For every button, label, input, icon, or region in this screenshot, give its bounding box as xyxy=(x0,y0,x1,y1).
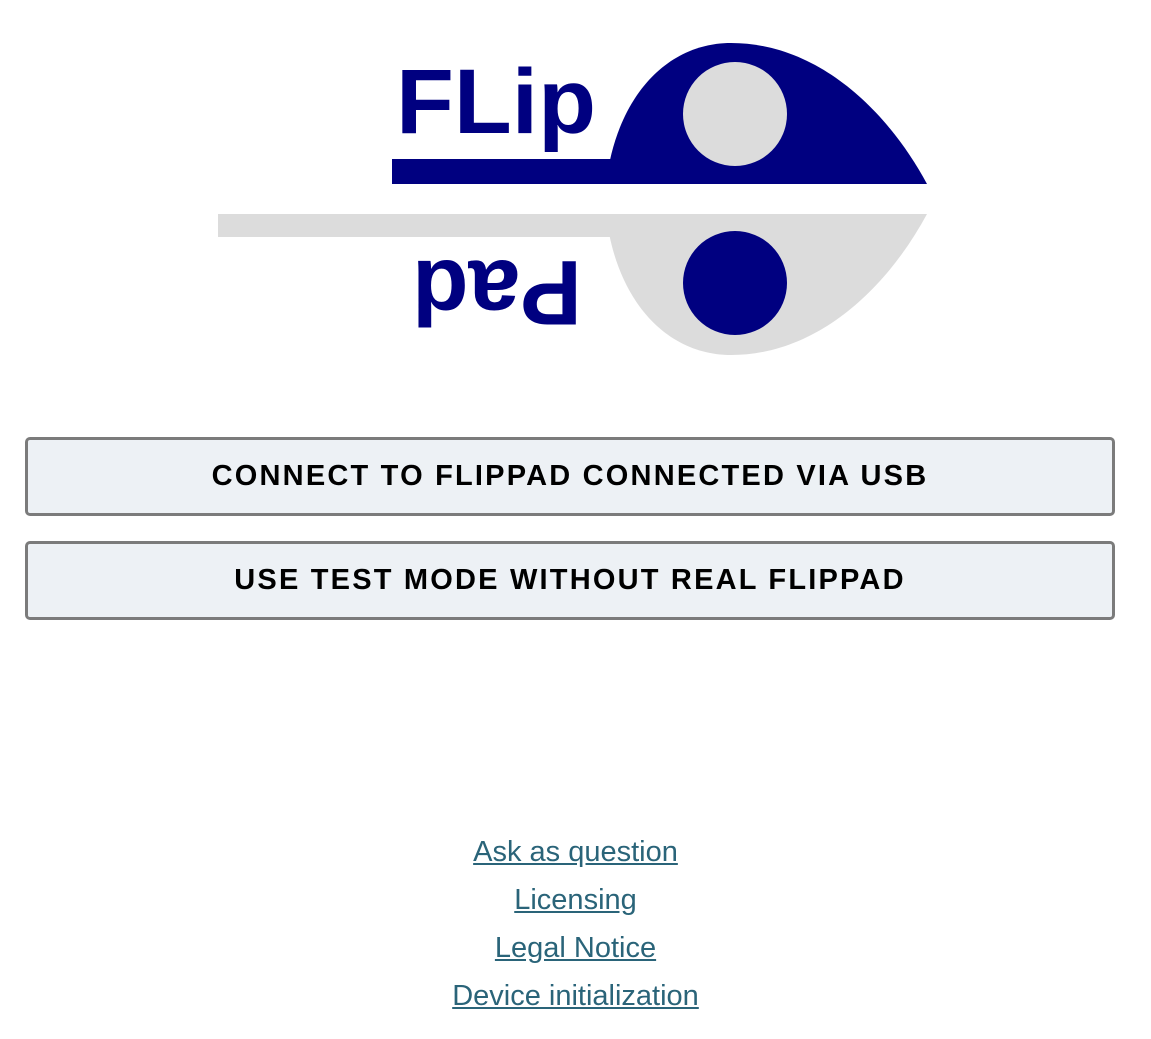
test-mode-button[interactable]: USE TEST MODE WITHOUT REAL FLIPPAD xyxy=(25,541,1115,620)
logo-flip-text: FLip xyxy=(396,51,596,153)
legal-notice-link[interactable]: Legal Notice xyxy=(452,924,699,972)
connect-usb-button[interactable]: CONNECT TO FLIPPAD CONNECTED VIA USB xyxy=(25,437,1115,516)
licensing-link[interactable]: Licensing xyxy=(452,876,699,924)
start-page: FLip Pad CONNECT TO FLIPPAD CONNECTED VI… xyxy=(0,0,1151,1039)
footer-links-list: Ask as question Licensing Legal Notice D… xyxy=(452,828,699,1020)
device-initialization-link[interactable]: Device initialization xyxy=(452,972,699,1020)
flippad-logo-graphic: FLip Pad xyxy=(218,43,927,355)
footer-links: Ask as question Licensing Legal Notice D… xyxy=(0,828,1151,1020)
logo-pad-text: Pad xyxy=(412,241,582,343)
ask-question-link[interactable]: Ask as question xyxy=(452,828,699,876)
flippad-logo: FLip Pad xyxy=(216,38,929,360)
